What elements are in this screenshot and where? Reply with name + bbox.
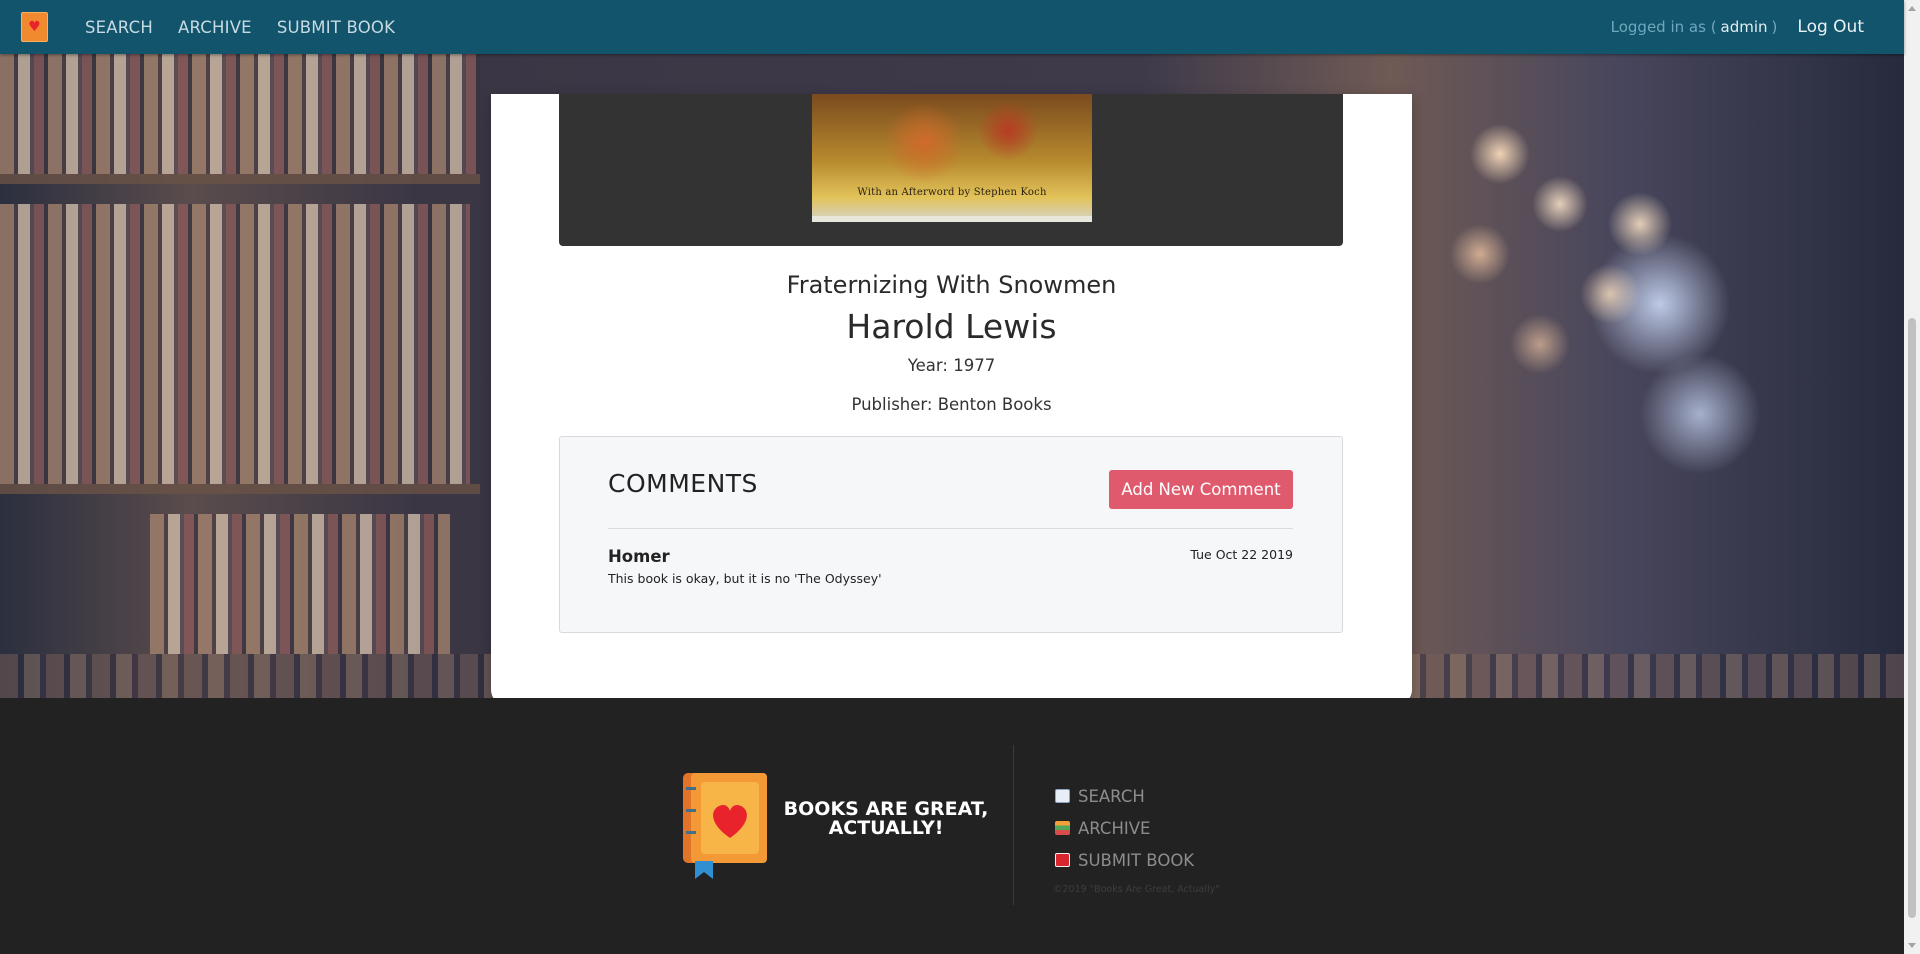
nav-user-area: Logged in as ( admin ) Log Out xyxy=(1611,17,1864,37)
page-scrollbar[interactable] xyxy=(1904,0,1920,954)
footer-link-label: SUBMIT BOOK xyxy=(1078,850,1195,870)
shelf-board xyxy=(0,174,480,184)
comments-section: COMMENTS Add New Comment Homer Tue Oct 2… xyxy=(559,436,1343,633)
book-publisher: Publisher: Benton Books xyxy=(851,395,1052,414)
book-cover-image: With an Afterword by Stephen Koch xyxy=(812,94,1092,222)
footer-link-search[interactable]: SEARCH xyxy=(1055,780,1194,812)
comment-date: Tue Oct 22 2019 xyxy=(1190,547,1293,562)
comments-heading: COMMENTS xyxy=(608,469,758,498)
comment-text: This book is okay, but it is no 'The Ody… xyxy=(608,571,882,586)
book-author: Harold Lewis xyxy=(846,307,1057,346)
comment-author: Homer xyxy=(608,547,670,566)
footer-nav: SEARCH ARCHIVE SUBMIT BOOK xyxy=(1055,780,1194,876)
logout-link[interactable]: Log Out xyxy=(1797,17,1864,37)
bookshelf-row xyxy=(150,514,450,654)
book-detail-card: With an Afterword by Stephen Koch Frater… xyxy=(491,94,1412,698)
footer-link-label: ARCHIVE xyxy=(1078,818,1151,838)
bookshelf-row xyxy=(0,54,480,174)
nav-link-submit-book[interactable]: SUBMIT BOOK xyxy=(277,18,395,37)
shelf-board xyxy=(0,484,480,494)
library-background: With an Afterword by Stephen Koch Frater… xyxy=(0,54,1904,698)
add-new-comment-button[interactable]: Add New Comment xyxy=(1109,470,1293,509)
stacked-books-icon xyxy=(1055,821,1070,835)
top-navbar: ♥ SEARCH ARCHIVE SUBMIT BOOK Logged in a… xyxy=(0,0,1904,54)
logged-in-prefix: Logged in as ( xyxy=(1610,18,1717,36)
logged-in-suffix: ) xyxy=(1771,18,1778,36)
red-book-icon xyxy=(1055,853,1070,867)
footer-divider xyxy=(1013,745,1014,905)
scrollbar-thumb[interactable] xyxy=(1908,318,1916,918)
cover-panel: With an Afterword by Stephen Koch xyxy=(559,94,1343,246)
nav-link-archive[interactable]: ARCHIVE xyxy=(178,18,252,37)
nav-link-search[interactable]: SEARCH xyxy=(85,18,153,37)
comments-divider xyxy=(608,528,1293,529)
footer-link-archive[interactable]: ARCHIVE xyxy=(1055,812,1194,844)
heart-icon: ♥ xyxy=(28,19,41,35)
cover-caption: With an Afterword by Stephen Koch xyxy=(857,187,1047,198)
scroll-up-icon[interactable] xyxy=(1908,6,1916,11)
open-book-icon xyxy=(1055,789,1070,803)
logged-in-username: admin xyxy=(1720,18,1768,36)
book-year: Year: 1977 xyxy=(907,356,996,375)
footer-link-label: SEARCH xyxy=(1078,786,1145,806)
scroll-down-icon[interactable] xyxy=(1908,943,1916,948)
footer-copyright: ©2019 "Books Are Great, Actually" xyxy=(1053,884,1220,895)
book-heart-logo-icon xyxy=(683,773,767,879)
book-title: Fraternizing With Snowmen xyxy=(786,271,1117,299)
footer-link-submit-book[interactable]: SUBMIT BOOK xyxy=(1055,844,1194,876)
bookshelf-row xyxy=(0,204,470,484)
book-heart-icon[interactable]: ♥ xyxy=(21,12,48,42)
footer-tagline: BOOKS ARE GREAT, ACTUALLY! xyxy=(783,798,989,839)
